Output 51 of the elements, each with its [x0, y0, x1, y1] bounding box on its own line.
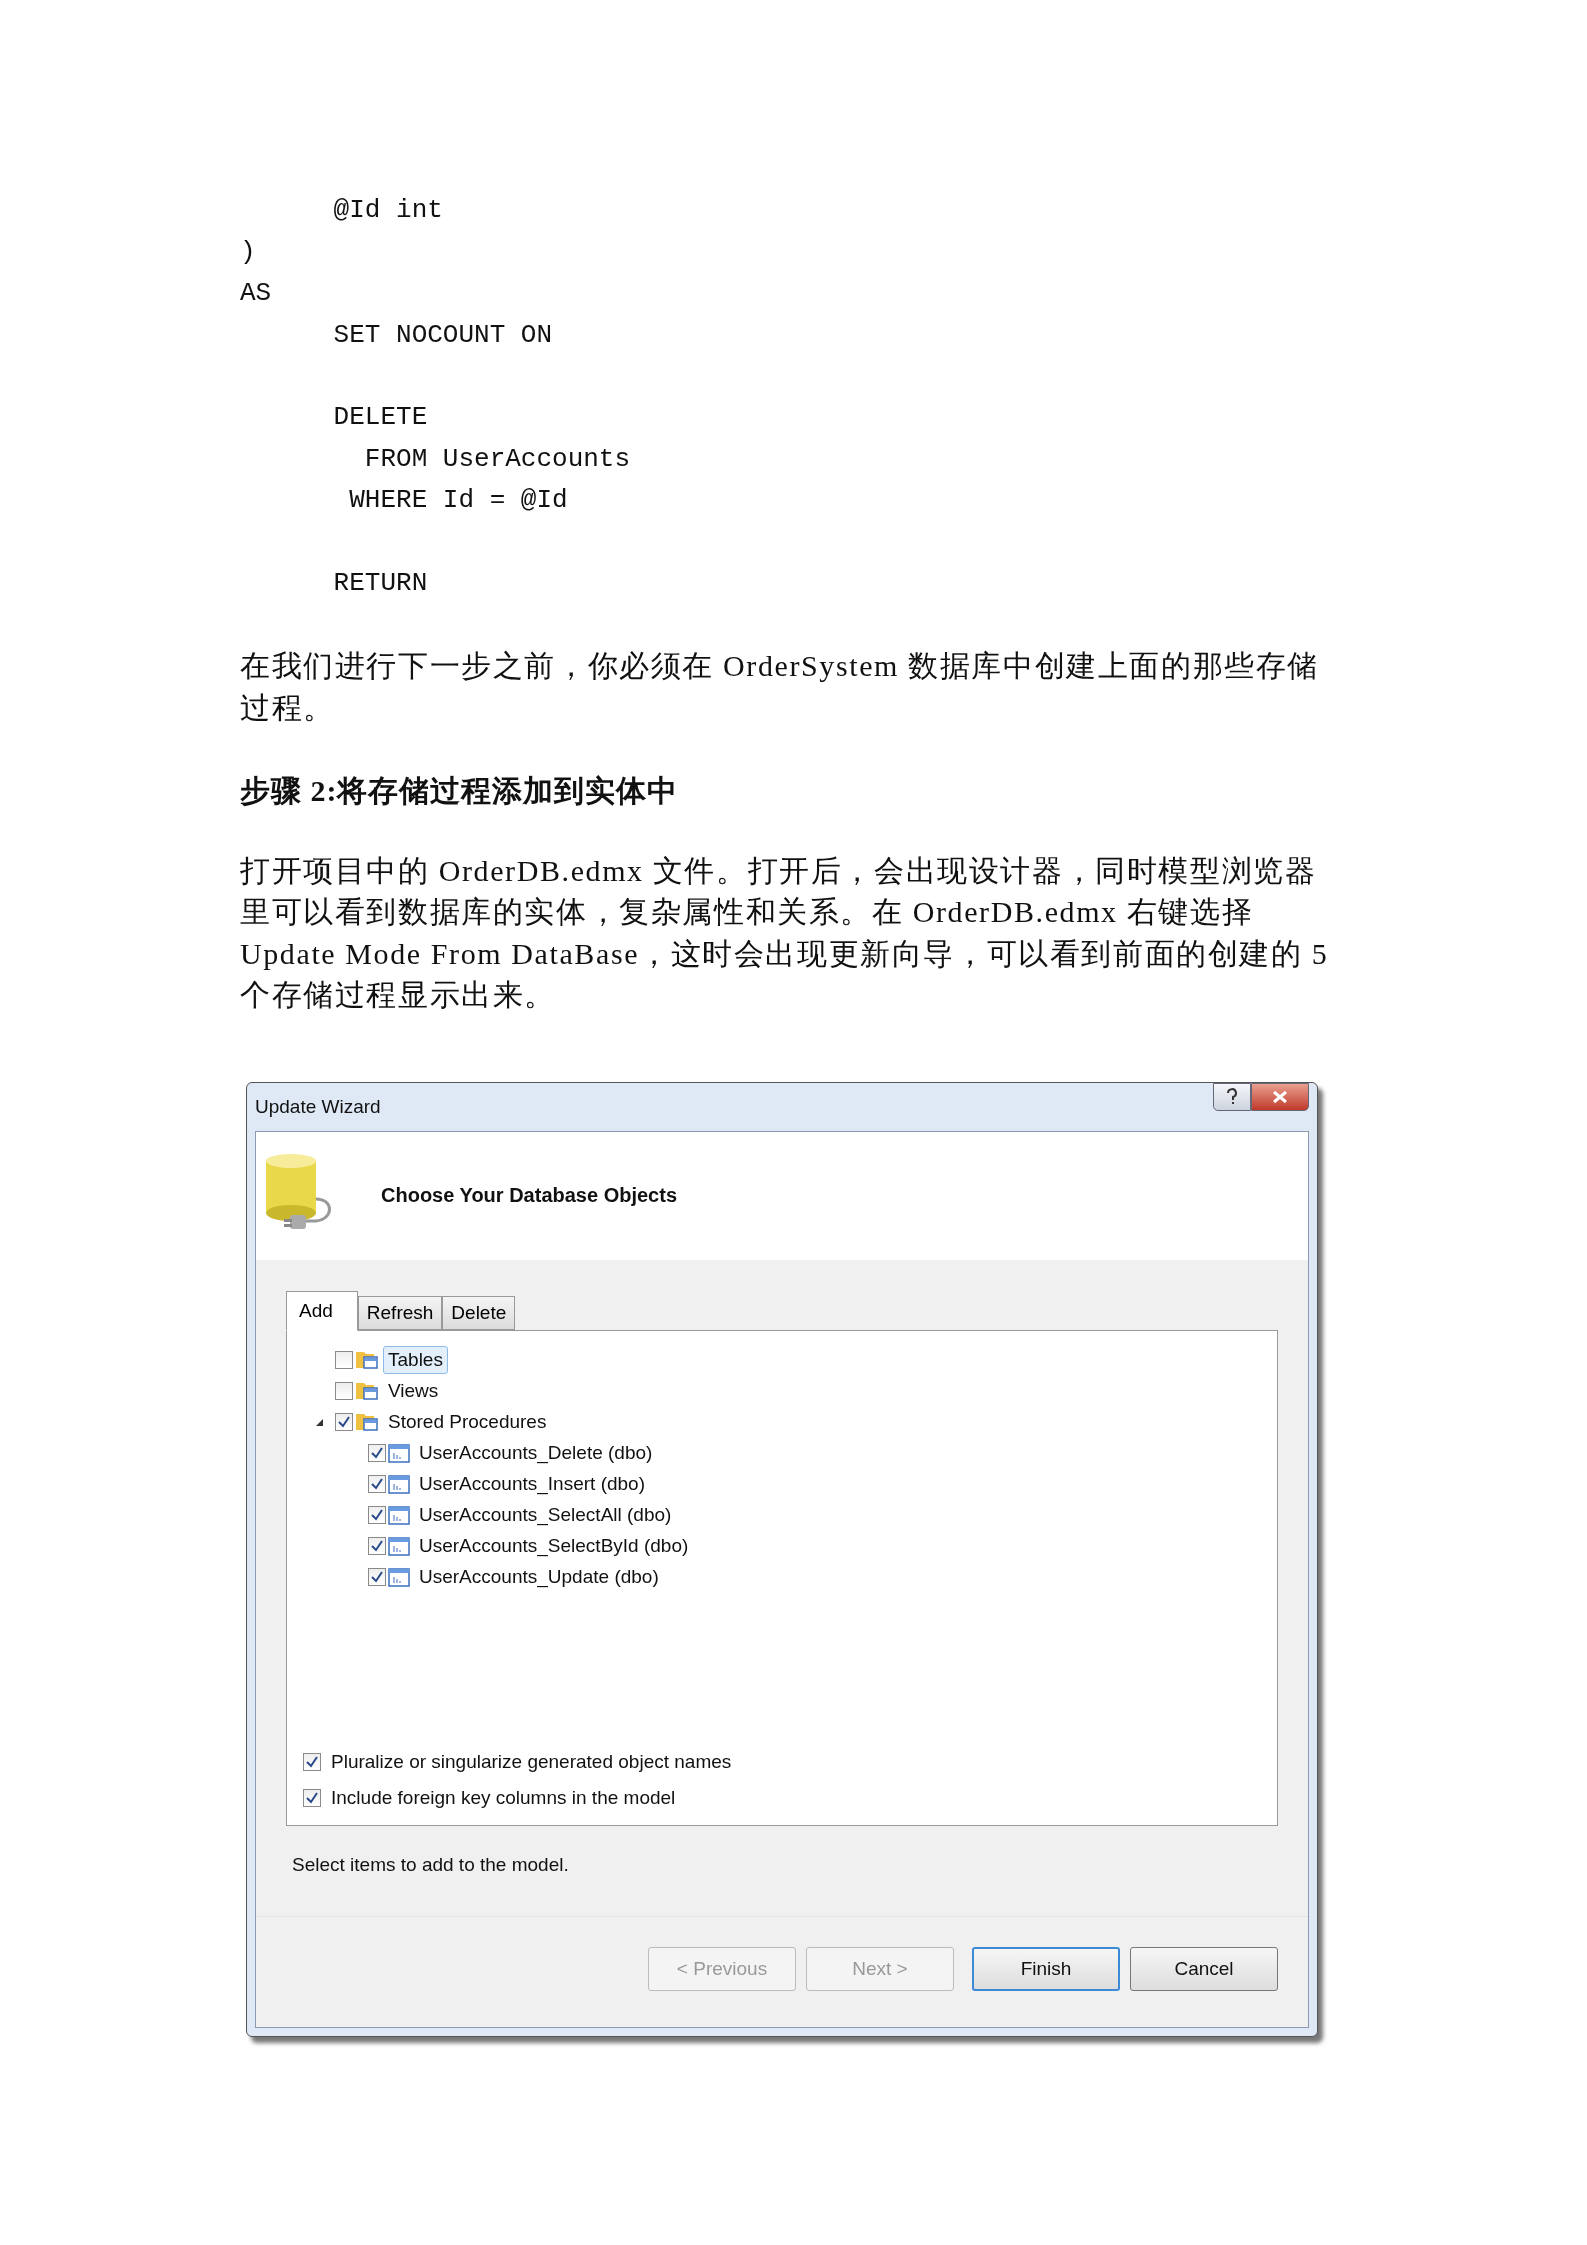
checkbox[interactable]	[303, 1788, 321, 1807]
paragraph: 在我们进行下一步之前，你必须在 OrderSystem 数据库中创建上面的那些存储过程。	[240, 648, 1320, 726]
code-line: @Id int	[332, 194, 444, 227]
option-label: Pluralize or singularize generated object names	[331, 1750, 732, 1773]
code-line: )	[240, 235, 257, 269]
close-icon	[1271, 1089, 1289, 1104]
checkbox[interactable]	[368, 1506, 386, 1524]
checkbox[interactable]	[368, 1475, 386, 1493]
code-line: AS	[240, 277, 273, 310]
tree-item[interactable]: UserAccounts_Insert (dbo)	[414, 1470, 650, 1498]
wizard-step-title: Choose Your Database Objects	[381, 1184, 677, 1207]
option-label: Include foreign key columns in the model	[331, 1786, 676, 1809]
tree-item[interactable]: UserAccounts_Delete (dbo)	[414, 1439, 658, 1467]
code-line: DELETE	[332, 401, 429, 434]
checkbox[interactable]	[368, 1568, 386, 1586]
status-text: Select items to add to the model.	[291, 1852, 570, 1877]
tree-item[interactable]: UserAccounts_Update (dbo)	[414, 1563, 664, 1591]
paragraph: 打开项目中的 OrderDB.edmx 文件。打开后，会出现设计器，同时模型浏览器里可以看到数据库的实体，复杂属性和关系。在 OrderDB.edmx 右键选择 Update Mode From DataBase，这时会出现更新向导，可以看到前面的创建的 5 个存储过程显示出来。	[240, 852, 1330, 1013]
window-title: Update Wizard	[255, 1095, 381, 1118]
close-button[interactable]	[1251, 1082, 1309, 1111]
tree-item[interactable]: Stored Procedures	[383, 1408, 552, 1436]
folder-icon	[355, 1380, 379, 1402]
folder-icon	[355, 1349, 379, 1371]
tree-item[interactable]: Views	[383, 1377, 444, 1405]
procedure-icon	[388, 1505, 410, 1525]
checkbox[interactable]	[335, 1382, 353, 1400]
procedure-icon	[388, 1474, 410, 1494]
code-line: RETURN	[332, 566, 429, 600]
code-line: WHERE Id = @Id	[348, 484, 569, 517]
tab[interactable]: Add	[286, 1290, 358, 1331]
checkbox[interactable]	[335, 1351, 353, 1369]
wizard-button[interactable]: Finish	[972, 1946, 1120, 1991]
tab[interactable]: Delete	[442, 1295, 516, 1330]
tab[interactable]: Refresh	[357, 1295, 443, 1330]
code-line: FROM UserAccounts	[363, 442, 632, 476]
checkbox[interactable]	[303, 1752, 321, 1771]
help-icon	[1225, 1087, 1239, 1106]
section-heading: 步骤 2:将存储过程添加到实体中	[240, 773, 680, 809]
folder-icon	[355, 1411, 379, 1433]
procedure-icon	[388, 1536, 410, 1556]
tree-item[interactable]: UserAccounts_SelectById (dbo)	[414, 1532, 694, 1560]
procedure-icon	[388, 1443, 410, 1463]
tree-item[interactable]: Tables	[383, 1346, 448, 1374]
wizard-button[interactable]: Cancel	[1130, 1946, 1278, 1991]
tree-item[interactable]: UserAccounts_SelectAll (dbo)	[414, 1501, 677, 1529]
checkbox[interactable]	[368, 1444, 386, 1462]
code-line: SET NOCOUNT ON	[332, 318, 554, 352]
checkbox[interactable]	[335, 1413, 353, 1431]
procedure-icon	[388, 1567, 410, 1587]
checkbox[interactable]	[368, 1537, 386, 1555]
help-button[interactable]	[1213, 1082, 1251, 1111]
